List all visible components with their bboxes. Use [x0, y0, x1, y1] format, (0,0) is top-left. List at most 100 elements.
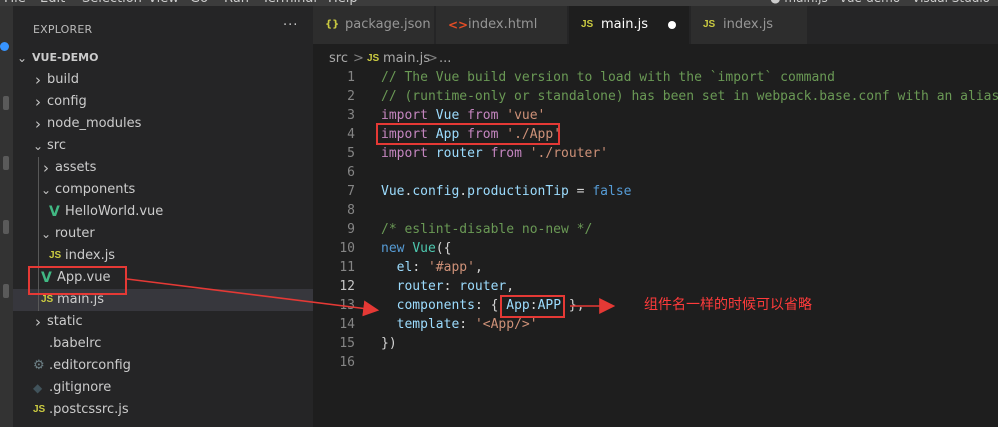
js-file-icon: JS [703, 19, 716, 30]
breadcrumb-file[interactable]: main.js [383, 48, 430, 70]
code-text: // The Vue build version to load with th… [381, 68, 835, 87]
code-line[interactable]: 15}) [313, 334, 998, 353]
tree-item-label: node_modules [47, 116, 142, 131]
tree-item-build[interactable]: › build [13, 69, 313, 91]
code-token: ({ [435, 241, 452, 256]
code-line[interactable]: 8 [313, 201, 998, 220]
breadcrumb-separator-icon: > [427, 51, 438, 66]
more-actions-icon[interactable]: ··· [283, 18, 298, 33]
highlight-box-component-name [500, 295, 565, 318]
code-line[interactable]: 14 template: '<App/>' [313, 315, 998, 334]
tree-item-router[interactable]: ⌄ router [13, 223, 313, 245]
code-token: router [396, 279, 444, 294]
tree-item-label: index.js [65, 248, 116, 263]
line-number: 10 [339, 241, 355, 256]
code-text: router: router, [381, 277, 514, 296]
tree-item-helloworld-vue[interactable]: V HelloWorld.vue [13, 201, 313, 223]
code-token: template [396, 317, 460, 332]
tree-item-label: components [55, 182, 136, 197]
breadcrumb-symbol[interactable]: ... [439, 48, 451, 70]
tree-item-gitignore[interactable]: ◆ .gitignore [13, 377, 313, 399]
gear-icon: ⚙ [33, 358, 45, 373]
chevron-down-icon: ⌄ [16, 51, 28, 65]
code-token: 'vue' [506, 108, 546, 123]
extensions-icon[interactable] [3, 284, 9, 298]
code-line[interactable]: 5 import router from './router' [313, 144, 998, 163]
tab-label: main.js [601, 17, 648, 32]
code-line[interactable]: 6 [313, 163, 998, 182]
code-text: el: '#app', [381, 258, 483, 277]
json-file-icon: {} [325, 19, 340, 30]
tree-item-index-js[interactable]: JS index.js [13, 245, 313, 267]
code-line[interactable]: 7 Vue.config.productionTip = false [313, 182, 998, 201]
tab-package-json[interactable]: {} package.json [313, 6, 435, 44]
code-token: components [396, 298, 475, 313]
folder-root-vue-demo[interactable]: ⌄ VUE-DEMO [13, 47, 313, 69]
html-file-icon: <> [448, 18, 469, 32]
tree-item-label: src [47, 138, 66, 153]
line-number: 16 [339, 355, 355, 370]
code-token: . [459, 184, 468, 199]
debug-icon[interactable] [3, 220, 9, 234]
tab-index-js[interactable]: JS index.js [691, 6, 808, 44]
code-token: /* eslint-disable no-new */ [381, 222, 593, 237]
tree-item-babelrc[interactable]: .babelrc [13, 333, 313, 355]
tree-item-postcssrc-js[interactable]: JS .postcssrc.js [13, 399, 313, 421]
code-token: from [490, 146, 530, 161]
tree-item-label: .editorconfig [49, 358, 131, 373]
explorer-badge-icon[interactable] [0, 42, 9, 51]
code-line[interactable]: 9 /* eslint-disable no-new */ [313, 220, 998, 239]
line-number: 14 [339, 317, 355, 332]
code-token: = [568, 184, 593, 199]
line-number: 13 [339, 298, 355, 313]
code-line[interactable]: 10 new Vue({ [313, 239, 998, 258]
code-line[interactable]: 2 // (runtime-only or standalone) has bee… [313, 87, 998, 106]
source-control-icon[interactable] [3, 156, 9, 170]
line-number: 7 [347, 184, 355, 199]
search-icon[interactable] [3, 96, 9, 110]
annotation-text: 组件名一样的时候可以省略 [644, 297, 812, 313]
code-text: import router from './router' [381, 144, 608, 163]
tree-item-static[interactable]: › static [13, 311, 313, 333]
code-token: config [412, 184, 460, 199]
code-line[interactable]: 16 [313, 353, 998, 372]
explorer-sidebar: EXPLORER ··· ⌄ VUE-DEMO › build › config › no… [13, 6, 313, 427]
tab-label: index.js [723, 17, 774, 32]
tree-item-components[interactable]: ⌄ components [13, 179, 313, 201]
vue-file-icon: V [49, 204, 60, 220]
tree-item-label: static [47, 314, 83, 329]
code-token: import [381, 146, 436, 161]
line-number: 6 [347, 165, 355, 180]
tree-item-label: .gitignore [49, 380, 112, 395]
code-text: /* eslint-disable no-new */ [381, 220, 592, 239]
tree-item-assets[interactable]: › assets [13, 157, 313, 179]
tree-item-config[interactable]: › config [13, 91, 313, 113]
window-title: ● main.js - vue-demo - Visual Studio [770, 0, 990, 5]
chevron-right-icon: › [35, 71, 41, 89]
tree-item-label: router [55, 226, 95, 241]
code-token: new [381, 241, 413, 256]
highlight-box-import-app [376, 123, 560, 145]
js-file-icon: JS [49, 250, 62, 261]
code-line[interactable]: 1 // The Vue build version to load with t… [313, 68, 998, 87]
tree-item-src[interactable]: ⌄ src [13, 135, 313, 157]
code-token: el [396, 260, 413, 275]
unsaved-dot-icon[interactable] [668, 21, 676, 29]
tab-main-js[interactable]: JS main.js [569, 6, 690, 44]
line-number: 5 [347, 146, 355, 161]
code-token: : [412, 260, 428, 275]
tab-index-html[interactable]: <> index.html [436, 6, 568, 44]
tree-item-label: .babelrc [49, 336, 102, 351]
code-token: Vue [435, 108, 468, 123]
chevron-right-icon: › [35, 313, 41, 331]
code-token: , [474, 260, 483, 275]
tab-label: index.html [468, 17, 538, 32]
chevron-down-icon: ⌄ [32, 139, 44, 153]
code-token: // The Vue build version to load with th… [381, 70, 835, 85]
code-line[interactable]: 11 el: '#app', [313, 258, 998, 277]
breadcrumb-folder[interactable]: src [329, 48, 348, 70]
tree-item-editorconfig[interactable]: ⚙ .editorconfig [13, 355, 313, 377]
tree-item-node-modules[interactable]: › node_modules [13, 113, 313, 135]
